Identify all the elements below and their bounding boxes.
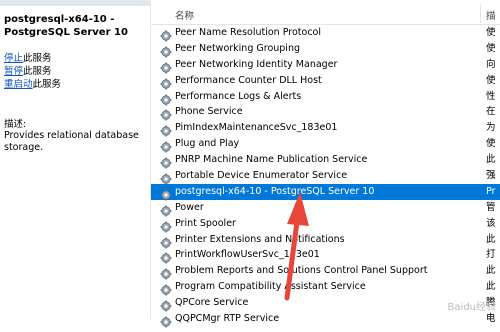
service-row[interactable]: PNRP Machine Name Publication Service 此 bbox=[151, 152, 500, 169]
description-label: 描述: bbox=[4, 119, 27, 130]
service-name: postgresql-x64-10 - PostgreSQL Server 10 bbox=[175, 185, 375, 197]
service-description: 此 bbox=[486, 281, 496, 293]
service-name: Portable Device Enumerator Service bbox=[175, 170, 348, 182]
service-description: 在 bbox=[486, 106, 496, 118]
service-name: Plug and Play bbox=[175, 138, 240, 150]
service-description: 使 bbox=[486, 74, 496, 86]
service-row[interactable]: PimIndexMaintenanceSvc_183e01 为 bbox=[151, 120, 500, 137]
services-list-pane: 名称 描 Peer Name Resolution Protocol 使 Peer … bbox=[151, 0, 500, 328]
service-description: 打 bbox=[486, 249, 496, 261]
pause-action: 暂停此服务 bbox=[4, 65, 61, 78]
service-name: Printer Extensions and Notifications bbox=[175, 233, 345, 245]
service-description: 使 bbox=[486, 138, 496, 150]
service-title: postgresql-x64-10 - PostgreSQL Server 10 bbox=[4, 14, 128, 38]
service-row[interactable]: Print Spooler 该 bbox=[151, 216, 500, 233]
service-name: PrintWorkflowUserSvc_183e01 bbox=[175, 249, 320, 261]
service-gear-icon bbox=[160, 234, 172, 249]
service-description: 性 bbox=[486, 90, 496, 102]
service-description: 强 bbox=[486, 170, 496, 182]
service-actions: 停止此服务 暂停此服务 重启动此服务 bbox=[4, 52, 61, 91]
service-row[interactable]: Problem Reports and Solutions Control Pa… bbox=[151, 263, 500, 280]
restart-action: 重启动此服务 bbox=[4, 78, 61, 91]
service-name: Performance Logs & Alerts bbox=[175, 90, 302, 102]
service-name: Performance Counter DLL Host bbox=[175, 74, 322, 86]
service-name: Power bbox=[175, 201, 204, 213]
detail-pane: postgresql-x64-10 - PostgreSQL Server 10… bbox=[0, 0, 151, 319]
list-header: 名称 描 bbox=[151, 0, 500, 25]
service-description: 电 bbox=[486, 313, 496, 325]
service-name: QQPCMgr RTP Service bbox=[175, 313, 280, 325]
service-row[interactable]: Plug and Play 使 bbox=[151, 136, 500, 153]
service-gear-icon bbox=[160, 59, 172, 74]
watermark: Baidu经验 bbox=[447, 302, 496, 313]
service-gear-icon bbox=[160, 186, 172, 201]
service-gear-icon bbox=[160, 75, 172, 90]
service-gear-icon bbox=[160, 297, 172, 312]
service-row[interactable]: Peer Name Resolution Protocol 使 bbox=[151, 25, 500, 42]
stop-link[interactable]: 停止 bbox=[4, 53, 23, 64]
services-list: Peer Name Resolution Protocol 使 Peer Netwo… bbox=[151, 25, 500, 328]
service-description: 此 bbox=[486, 233, 496, 245]
service-description: 使 bbox=[486, 42, 496, 54]
service-row[interactable]: Peer Networking Grouping 使 bbox=[151, 41, 500, 58]
service-row[interactable]: Peer Networking Identity Manager 向 bbox=[151, 57, 500, 74]
pause-link[interactable]: 暂停 bbox=[4, 66, 23, 77]
service-gear-icon bbox=[160, 218, 172, 233]
service-gear-icon bbox=[160, 43, 172, 58]
service-gear-icon bbox=[160, 91, 172, 106]
service-row[interactable]: Phone Service 在 bbox=[151, 104, 500, 121]
service-name: PNRP Machine Name Publication Service bbox=[175, 154, 368, 166]
restart-suffix: 此服务 bbox=[32, 79, 62, 90]
service-name: Phone Service bbox=[175, 106, 243, 118]
service-gear-icon bbox=[160, 122, 172, 137]
service-description: 管 bbox=[486, 201, 496, 213]
description-text: Provides relational database storage. bbox=[4, 130, 139, 153]
service-description: Pr bbox=[486, 185, 496, 197]
service-name: Peer Networking Grouping bbox=[175, 42, 300, 54]
service-gear-icon bbox=[160, 138, 172, 153]
service-name: PimIndexMaintenanceSvc_183e01 bbox=[175, 122, 338, 134]
service-description: 向 bbox=[486, 58, 496, 70]
service-name: Peer Name Resolution Protocol bbox=[175, 27, 321, 38]
service-description: 使 bbox=[486, 27, 496, 38]
service-gear-icon bbox=[160, 265, 172, 280]
service-gear-icon bbox=[160, 154, 172, 169]
service-description: 该 bbox=[486, 217, 496, 229]
service-gear-icon bbox=[160, 106, 172, 121]
service-description: 此 bbox=[486, 154, 496, 166]
stop-action: 停止此服务 bbox=[4, 52, 61, 65]
service-row[interactable]: Power 管 bbox=[151, 200, 500, 217]
service-gear-icon bbox=[160, 170, 172, 185]
service-gear-icon bbox=[160, 27, 172, 42]
service-name: QPCore Service bbox=[175, 297, 249, 309]
restart-link[interactable]: 重启动 bbox=[4, 79, 33, 90]
service-row[interactable]: Program Compatibility Assistant Service 此 bbox=[151, 279, 500, 296]
pane-top-strip bbox=[0, 0, 150, 6]
service-gear-icon bbox=[160, 313, 172, 328]
service-row[interactable]: PrintWorkflowUserSvc_183e01 打 bbox=[151, 247, 500, 264]
column-divider[interactable] bbox=[480, 3, 481, 23]
service-name: Problem Reports and Solutions Control Pa… bbox=[175, 265, 428, 277]
service-gear-icon bbox=[160, 202, 172, 217]
service-name: Print Spooler bbox=[175, 217, 236, 229]
service-row[interactable]: postgresql-x64-10 - PostgreSQL Server 10… bbox=[151, 183, 500, 201]
service-name: Peer Networking Identity Manager bbox=[175, 58, 338, 70]
column-header-name[interactable]: 名称 bbox=[175, 8, 194, 22]
service-row[interactable]: Performance Logs & Alerts 性 bbox=[151, 89, 500, 106]
service-row[interactable]: Printer Extensions and Notifications 此 bbox=[151, 232, 500, 249]
service-description: 此 bbox=[486, 265, 496, 277]
pause-suffix: 此服务 bbox=[23, 66, 52, 77]
service-row[interactable]: Portable Device Enumerator Service 强 bbox=[151, 168, 500, 185]
service-name: Program Compatibility Assistant Service bbox=[175, 281, 366, 293]
service-row[interactable]: Performance Counter DLL Host 使 bbox=[151, 73, 500, 90]
service-description: 为 bbox=[486, 122, 496, 134]
service-gear-icon bbox=[160, 249, 172, 264]
service-gear-icon bbox=[160, 281, 172, 296]
column-header-description[interactable]: 描 bbox=[486, 8, 496, 22]
stop-suffix: 此服务 bbox=[23, 53, 52, 64]
